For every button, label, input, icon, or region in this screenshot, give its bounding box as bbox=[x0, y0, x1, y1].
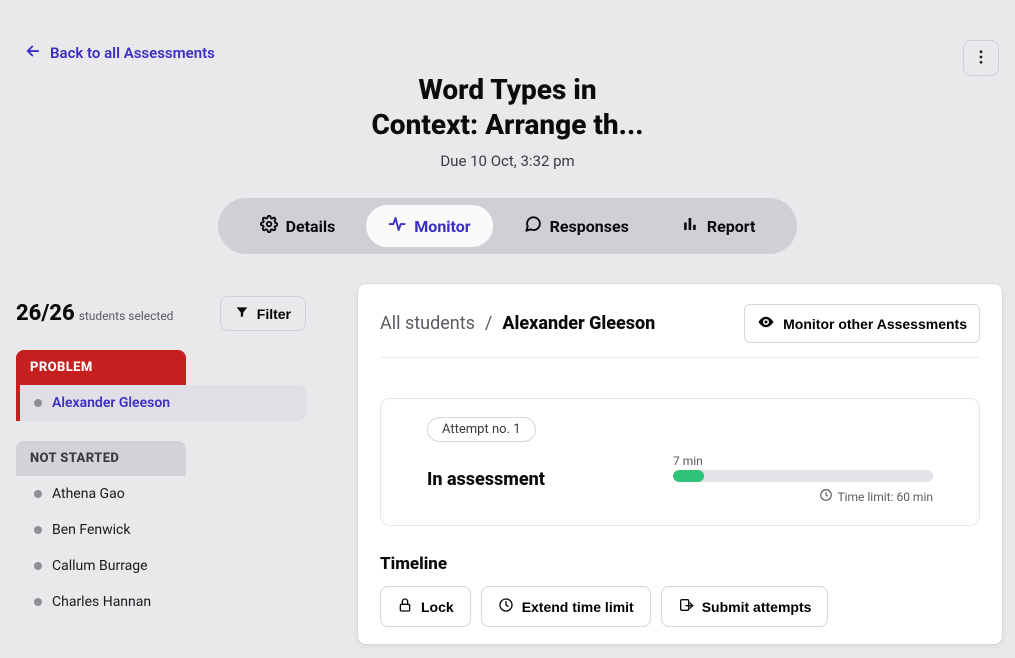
monitor-other-assessments-button[interactable]: Monitor other Assessments bbox=[744, 304, 980, 343]
tab-monitor[interactable]: Monitor bbox=[365, 204, 493, 248]
progress-bar bbox=[673, 470, 933, 482]
extend-time-button[interactable]: Extend time limit bbox=[481, 586, 651, 627]
clock-icon bbox=[498, 597, 514, 616]
progress-fill bbox=[673, 470, 704, 482]
student-item[interactable]: Ben Fenwick bbox=[16, 512, 306, 548]
timeline-section: Timeline Lock Extend time limit Submit a… bbox=[380, 554, 980, 627]
status-dot-icon bbox=[34, 562, 42, 570]
filter-button[interactable]: Filter bbox=[220, 296, 306, 331]
submit-attempts-button[interactable]: Submit attempts bbox=[661, 586, 829, 627]
status-dot-icon bbox=[34, 399, 42, 407]
submit-icon bbox=[678, 597, 694, 616]
group-header-problem: PROBLEM bbox=[16, 350, 186, 385]
back-link-label: Back to all Assessments bbox=[50, 44, 215, 62]
page-header: Word Types in Context: Arrange th... Due… bbox=[0, 72, 1015, 170]
selection-row: 26/26 students selected Filter bbox=[16, 296, 306, 331]
status-dot-icon bbox=[34, 490, 42, 498]
filter-icon bbox=[235, 305, 249, 322]
main-panel: All students / Alexander Gleeson Monitor… bbox=[358, 284, 1002, 644]
student-item[interactable]: Alexander Gleeson bbox=[16, 385, 306, 421]
attempt-badge: Attempt no. 1 bbox=[427, 417, 536, 442]
elapsed-time: 7 min bbox=[673, 454, 933, 468]
student-sidebar[interactable]: PROBLEM Alexander Gleeson NOT STARTED At… bbox=[16, 350, 306, 650]
bar-chart-icon bbox=[681, 215, 699, 237]
tab-responses[interactable]: Responses bbox=[502, 205, 651, 247]
status-card: Attempt no. 1 In assessment 7 min Time l… bbox=[380, 398, 980, 526]
clock-icon bbox=[819, 488, 833, 505]
tab-details[interactable]: Details bbox=[238, 205, 358, 247]
progress-block: 7 min Time limit: 60 min bbox=[673, 454, 933, 505]
student-count: 26/26 students selected bbox=[16, 301, 173, 326]
student-item[interactable]: Charles Hannan bbox=[16, 584, 306, 620]
status-dot-icon bbox=[34, 598, 42, 606]
breadcrumb-row: All students / Alexander Gleeson Monitor… bbox=[380, 304, 980, 358]
arrow-left-icon bbox=[24, 42, 42, 64]
pulse-icon bbox=[388, 215, 406, 237]
lock-button[interactable]: Lock bbox=[380, 586, 471, 627]
back-to-assessments-link[interactable]: Back to all Assessments bbox=[24, 42, 215, 64]
student-item[interactable]: Athena Gao bbox=[16, 476, 306, 512]
student-item[interactable]: Callum Burrage bbox=[16, 548, 306, 584]
time-limit: Time limit: 60 min bbox=[673, 488, 933, 505]
due-date: Due 10 Oct, 3:32 pm bbox=[0, 152, 1015, 170]
breadcrumb: All students / Alexander Gleeson bbox=[380, 313, 655, 334]
group-header-not-started: NOT STARTED bbox=[16, 441, 186, 476]
status-title: In assessment bbox=[427, 469, 545, 490]
tab-bar: Details Monitor Responses Report bbox=[218, 198, 798, 254]
breadcrumb-all-students[interactable]: All students bbox=[380, 313, 475, 334]
timeline-title: Timeline bbox=[380, 554, 980, 574]
gear-icon bbox=[260, 215, 278, 237]
tab-report[interactable]: Report bbox=[659, 205, 778, 247]
more-options-button[interactable] bbox=[963, 40, 999, 76]
kebab-icon bbox=[972, 48, 990, 69]
breadcrumb-current: Alexander Gleeson bbox=[502, 313, 655, 334]
chat-icon bbox=[524, 215, 542, 237]
assessment-title: Word Types in Context: Arrange th... bbox=[0, 72, 1015, 142]
eye-icon bbox=[757, 313, 775, 334]
breadcrumb-separator: / bbox=[485, 313, 492, 334]
lock-icon bbox=[397, 597, 413, 616]
status-dot-icon bbox=[34, 526, 42, 534]
